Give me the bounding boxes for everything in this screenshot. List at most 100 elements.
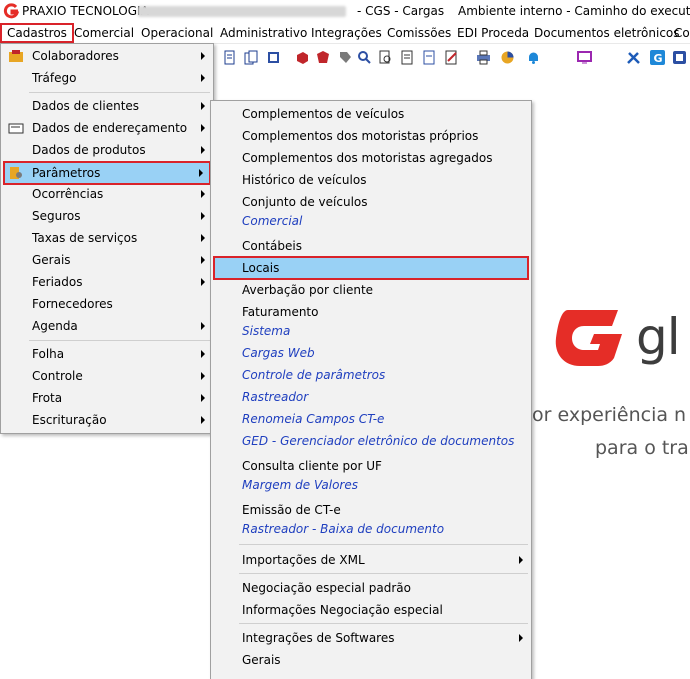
submenu-item[interactable]: Gerais: [213, 649, 529, 671]
documents-icon[interactable]: [244, 50, 259, 65]
brand-logo-icon: [555, 310, 622, 366]
menu-comercial[interactable]: Comercial: [74, 25, 134, 41]
parametros-submenu: Complementos de veículos Complementos do…: [210, 100, 532, 679]
submenu-item[interactable]: Informações Negociação especial: [213, 599, 529, 621]
submenu-arrow-icon: [201, 394, 205, 402]
app-name: - CGS - Cargas: [357, 4, 445, 18]
submenu-item[interactable]: Averbação por cliente: [213, 279, 529, 301]
submenu-arrow-icon: [201, 234, 205, 242]
submenu-arrow-icon: [201, 124, 205, 132]
report-icon[interactable]: [400, 50, 415, 65]
submenu-item-locais[interactable]: Locais: [213, 256, 529, 280]
submenu-link[interactable]: Controle de parâmetros: [213, 364, 529, 386]
menu-item-dados-de-clientes[interactable]: Dados de clientes: [3, 95, 211, 117]
book-icon[interactable]: [266, 50, 281, 65]
menu-item-trafego[interactable]: Tráfego: [3, 67, 211, 89]
submenu-arrow-icon: [201, 416, 205, 424]
submenu-link[interactable]: Rastreador - Baixa de documento: [213, 518, 529, 540]
chart-icon[interactable]: [500, 50, 515, 65]
menu-item-escrituracao[interactable]: Escrituração: [3, 409, 211, 431]
app-logo-icon: [3, 3, 19, 19]
menu-integracoes[interactable]: Integrações: [311, 25, 382, 41]
menu-item-controle[interactable]: Controle: [3, 365, 211, 387]
shield-icon[interactable]: [316, 50, 331, 65]
submenu-item[interactable]: Complementos dos motoristas próprios: [213, 125, 529, 147]
submenu-link[interactable]: Cargas Web: [213, 342, 529, 364]
menu-item-agenda[interactable]: Agenda: [3, 315, 211, 337]
menu-overflow[interactable]: Co: [674, 25, 690, 41]
menu-item-seguros[interactable]: Seguros: [3, 205, 211, 227]
address-card-icon: [8, 123, 24, 134]
splash-tagline-2: para o tra: [595, 437, 689, 459]
submenu-item[interactable]: Histórico de veículos: [213, 169, 529, 191]
app-icon[interactable]: [672, 50, 687, 65]
submenu-arrow-icon: [201, 278, 205, 286]
brand-wordmark: gl: [636, 308, 681, 366]
menu-item-colaboradores[interactable]: Colaboradores: [3, 45, 211, 67]
menu-bar: Cadastros Comercial Operacional Administ…: [0, 22, 690, 44]
submenu-arrow-icon: [201, 74, 205, 82]
submenu-arrow-icon: [199, 169, 203, 177]
menu-item-dados-de-produtos[interactable]: Dados de produtos: [3, 139, 211, 161]
submenu-arrow-icon: [201, 372, 205, 380]
cadastros-menu: Colaboradores Tráfego Dados de clientes …: [0, 43, 214, 434]
submenu-link[interactable]: GED - Gerenciador eletrônico de document…: [213, 430, 529, 452]
submenu-link[interactable]: Sistema: [213, 320, 529, 342]
menu-cadastros[interactable]: Cadastros: [0, 23, 74, 43]
menu-item-taxas-de-servicos[interactable]: Taxas de serviços: [3, 227, 211, 249]
print-icon[interactable]: [476, 50, 491, 65]
submenu-arrow-icon: [201, 322, 205, 330]
form-icon[interactable]: [422, 50, 437, 65]
tools-icon[interactable]: [357, 50, 372, 65]
submenu-arrow-icon: [519, 556, 523, 564]
redacted-text: [138, 6, 346, 17]
menu-edi-proceda[interactable]: EDI Proceda: [457, 25, 529, 41]
submenu-arrow-icon: [201, 52, 205, 60]
submenu-item[interactable]: Complementos de veículos: [213, 103, 529, 125]
cube-icon[interactable]: [295, 50, 310, 65]
menu-documentos-eletronicos[interactable]: Documentos eletrônicos: [534, 25, 680, 41]
wrench-icon[interactable]: [626, 50, 641, 65]
submenu-link[interactable]: Rastreador: [213, 386, 529, 408]
submenu-item[interactable]: Negociação especial padrão: [213, 577, 529, 599]
edit-icon[interactable]: [444, 50, 459, 65]
submenu-item-importacoes-xml[interactable]: Importações de XML: [213, 549, 529, 571]
menu-separator: [239, 623, 528, 624]
svg-text:G: G: [654, 52, 663, 65]
submenu-arrow-icon: [201, 350, 205, 358]
menu-separator: [29, 340, 210, 341]
environment-label: Ambiente interno - Caminho do executável: [458, 4, 690, 18]
monitor-icon[interactable]: [577, 50, 592, 65]
submenu-item[interactable]: Complementos dos motoristas agregados: [213, 147, 529, 169]
menu-item-ocorrencias[interactable]: Ocorrências: [3, 183, 211, 205]
menu-operacional[interactable]: Operacional: [141, 25, 213, 41]
menu-item-frota[interactable]: Frota: [3, 387, 211, 409]
people-icon: [9, 50, 23, 62]
menu-item-dados-de-enderecamento[interactable]: Dados de endereçamento: [3, 117, 211, 139]
menu-item-parametros[interactable]: Parâmetros: [3, 161, 211, 185]
tag-icon[interactable]: [338, 50, 353, 65]
document-icon[interactable]: [222, 50, 237, 65]
company-name: PRAXIO TECNOLOGIA: [22, 4, 149, 18]
preview-icon[interactable]: [378, 50, 393, 65]
splash-tagline-1: or experiência n: [532, 404, 687, 426]
submenu-item-integracoes-softwares[interactable]: Integrações de Softwares: [213, 627, 529, 649]
submenu-link[interactable]: Renomeia Campos CT-e: [213, 408, 529, 430]
submenu-link[interactable]: Margem de Valores: [213, 474, 529, 496]
submenu-link[interactable]: Comercial: [213, 210, 529, 232]
bell-icon[interactable]: [526, 50, 541, 65]
menu-item-fornecedores[interactable]: Fornecedores: [3, 293, 211, 315]
submenu-arrow-icon: [519, 634, 523, 642]
settings-icon: [10, 167, 22, 179]
menu-administrativo[interactable]: Administrativo: [220, 25, 307, 41]
menu-separator: [29, 92, 210, 93]
menu-item-gerais[interactable]: Gerais: [3, 249, 211, 271]
title-bar: PRAXIO TECNOLOGIA - CGS - Cargas Ambient…: [0, 0, 690, 22]
menu-item-feriados[interactable]: Feriados: [3, 271, 211, 293]
g-brand-icon[interactable]: G: [650, 50, 665, 65]
submenu-item[interactable]: Contábeis: [213, 235, 529, 257]
toolbar: G: [212, 44, 690, 70]
menu-item-folha[interactable]: Folha: [3, 343, 211, 365]
submenu-arrow-icon: [201, 256, 205, 264]
menu-comissoes[interactable]: Comissões: [387, 25, 451, 41]
